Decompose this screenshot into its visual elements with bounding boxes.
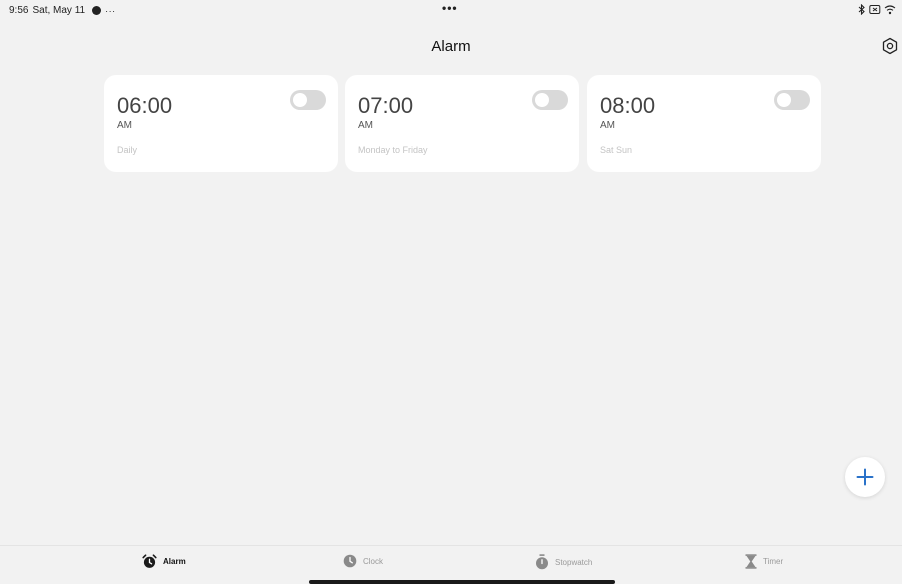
alarm-repeat: Monday to Friday xyxy=(358,145,428,155)
multitask-dots[interactable]: ••• xyxy=(442,1,458,15)
alarm-repeat: Sat Sun xyxy=(600,145,633,155)
status-date: Sat, May 11 xyxy=(32,5,86,16)
alarm-card[interactable]: 08:00 AM Sat Sun xyxy=(587,75,821,172)
settings-button[interactable] xyxy=(881,37,899,55)
bluetooth-icon xyxy=(858,4,865,15)
alarm-period: AM xyxy=(117,120,132,131)
tab-stopwatch[interactable]: Stopwatch xyxy=(535,554,592,570)
notification-dot-icon xyxy=(92,6,102,15)
status-bar: 9:56 Sat, May 11 ··· ••• xyxy=(0,0,902,22)
page-title: Alarm xyxy=(431,38,471,55)
toggle-knob xyxy=(535,93,549,107)
clock-icon xyxy=(343,554,357,568)
tab-stopwatch-label: Stopwatch xyxy=(555,557,593,567)
wifi-icon xyxy=(884,5,896,15)
status-time: 9:56 xyxy=(9,5,29,16)
alarm-card[interactable]: 07:00 AM Monday to Friday xyxy=(345,75,579,172)
alarm-period: AM xyxy=(600,120,615,131)
stopwatch-icon xyxy=(536,554,548,570)
settings-hexagon-icon xyxy=(882,37,898,55)
tab-timer[interactable]: Timer xyxy=(745,554,783,569)
tab-alarm-label: Alarm xyxy=(163,557,186,566)
hourglass-icon xyxy=(745,554,757,569)
alarm-card[interactable]: 06:00 AM Daily xyxy=(104,75,338,172)
add-alarm-button[interactable] xyxy=(845,457,885,497)
tab-timer-label: Timer xyxy=(763,557,784,566)
alarm-toggle[interactable] xyxy=(532,90,568,110)
alarm-time: 06:00 xyxy=(117,93,173,118)
bottom-nav: Alarm Clock Stopwatch Timer xyxy=(0,545,902,584)
alarm-time: 08:00 xyxy=(600,93,656,118)
status-more-indicator: ··· xyxy=(105,5,116,16)
alarm-repeat: Daily xyxy=(117,145,138,155)
alarm-clock-icon xyxy=(142,554,157,568)
alarm-toggle[interactable] xyxy=(774,90,810,110)
status-left: 9:56 Sat, May 11 ··· xyxy=(9,5,116,16)
alarm-toggle[interactable] xyxy=(290,90,326,110)
alarm-period: AM xyxy=(358,120,373,131)
battery-saver-icon xyxy=(869,5,881,14)
toggle-knob xyxy=(777,93,791,107)
toggle-knob xyxy=(293,93,307,107)
tab-alarm[interactable]: Alarm xyxy=(142,554,186,569)
status-right xyxy=(858,4,896,15)
tab-clock-label: Clock xyxy=(363,556,384,566)
plus-icon xyxy=(856,468,874,486)
home-indicator[interactable] xyxy=(309,580,615,584)
alarm-time: 07:00 xyxy=(358,93,414,118)
tab-clock[interactable]: Clock xyxy=(343,554,383,568)
